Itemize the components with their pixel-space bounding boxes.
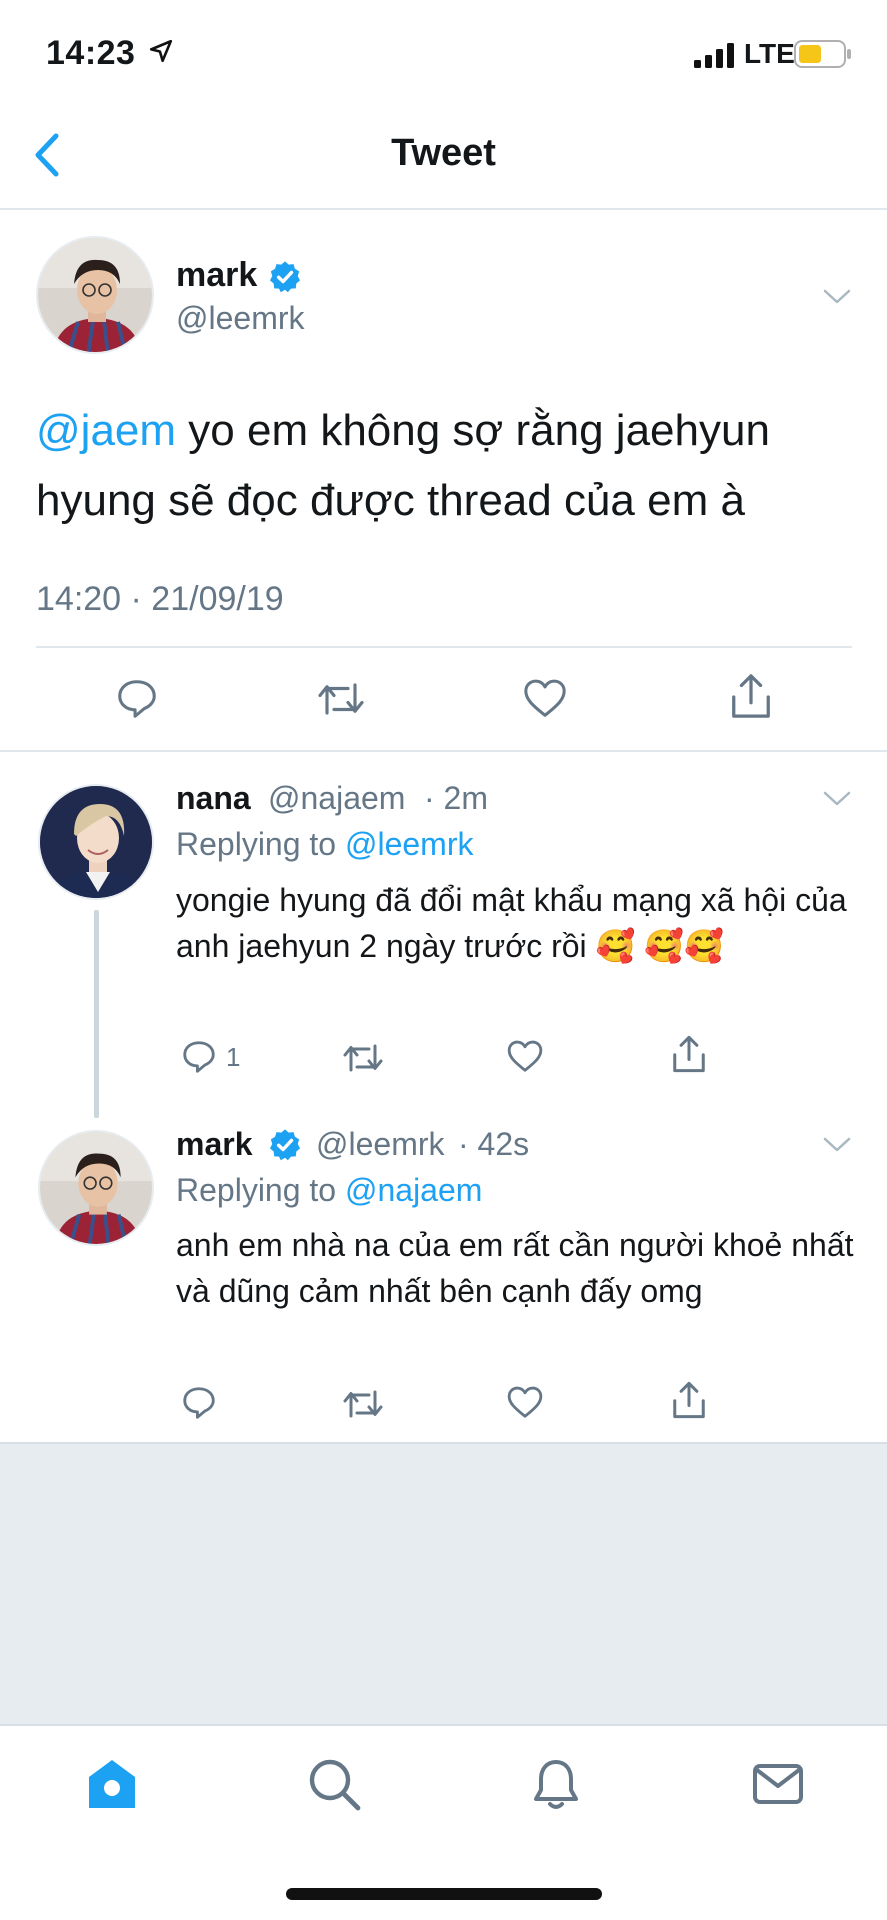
avatar-photo-mark bbox=[40, 1132, 152, 1244]
reply-author-handle: @leemrk bbox=[316, 1126, 445, 1162]
avatar-photo-mark bbox=[38, 238, 152, 352]
reply-avatar-nana[interactable] bbox=[38, 784, 154, 900]
signal-strength-icon bbox=[694, 43, 734, 68]
home-indicator[interactable] bbox=[286, 1888, 602, 1900]
reply-author-name[interactable]: nana bbox=[176, 780, 251, 817]
retweet-icon[interactable] bbox=[316, 678, 366, 720]
retweet-icon[interactable] bbox=[342, 1386, 384, 1422]
author-avatar[interactable] bbox=[36, 236, 154, 354]
author-handle: @leemrk bbox=[176, 300, 305, 336]
replying-to-label: Replying to @najaem bbox=[176, 1172, 483, 1208]
share-icon[interactable] bbox=[670, 1380, 708, 1420]
empty-area bbox=[0, 1442, 887, 1724]
smiling-hearts-emoji: 🥰 bbox=[595, 927, 636, 965]
tweet-text: @jaem yo em không sợ rằng jaehyun hyung … bbox=[36, 396, 856, 536]
reply-icon[interactable] bbox=[114, 676, 160, 722]
battery-icon bbox=[794, 40, 851, 68]
messages-icon[interactable] bbox=[750, 1756, 806, 1812]
replying-to-link[interactable]: @najaem bbox=[345, 1172, 482, 1208]
location-arrow-icon bbox=[149, 39, 173, 63]
reply-author-name[interactable]: mark bbox=[176, 1126, 253, 1163]
retweet-icon[interactable] bbox=[342, 1040, 384, 1076]
status-bar: 14:23 LTE bbox=[0, 0, 887, 100]
verified-badge-icon bbox=[269, 1129, 301, 1161]
thread-connector-line bbox=[94, 910, 99, 1118]
search-icon[interactable] bbox=[306, 1756, 362, 1812]
reply-text: yongie hyung đã đổi mật khẩu mạng xã hội… bbox=[176, 882, 847, 965]
verified-badge-icon bbox=[269, 261, 301, 293]
chevron-down-icon[interactable] bbox=[822, 1136, 852, 1154]
like-icon[interactable] bbox=[506, 1038, 544, 1074]
reply-icon[interactable] bbox=[180, 1384, 218, 1422]
nav-header: Tweet bbox=[0, 100, 887, 210]
smiling-hearts-emoji: 🥰🥰 bbox=[644, 927, 724, 965]
home-icon[interactable] bbox=[84, 1756, 140, 1812]
share-icon[interactable] bbox=[670, 1034, 708, 1074]
reply-text: anh em nhà na của em rất cần người khoẻ … bbox=[176, 1227, 854, 1309]
divider bbox=[36, 646, 852, 648]
tweet-timestamp: 14:20 · 21/09/19 bbox=[36, 580, 284, 618]
page-title: Tweet bbox=[391, 132, 496, 174]
network-type: LTE bbox=[744, 38, 795, 69]
avatar-photo-nana bbox=[40, 786, 152, 898]
notifications-icon[interactable] bbox=[528, 1756, 584, 1812]
chevron-down-icon[interactable] bbox=[822, 288, 852, 306]
replying-to-link[interactable]: @leemrk bbox=[345, 826, 474, 862]
reply-time: · 42s bbox=[458, 1126, 530, 1162]
reply-avatar-mark[interactable] bbox=[38, 1130, 154, 1246]
share-icon[interactable] bbox=[728, 672, 774, 720]
like-icon[interactable] bbox=[506, 1384, 544, 1420]
author-name[interactable]: mark bbox=[176, 256, 257, 295]
reply-count: 1 bbox=[226, 1042, 241, 1072]
status-time: 14:23 bbox=[46, 34, 136, 72]
chevron-down-icon[interactable] bbox=[822, 790, 852, 808]
replying-to-label: Replying to @leemrk bbox=[176, 826, 474, 862]
divider bbox=[0, 750, 887, 752]
tweet-mention-link[interactable]: @jaem bbox=[36, 406, 176, 455]
reply-icon[interactable] bbox=[180, 1038, 218, 1076]
reply-author-handle: @najaem bbox=[268, 780, 406, 816]
reply-time: · 2m bbox=[424, 780, 488, 816]
like-icon[interactable] bbox=[522, 676, 568, 720]
